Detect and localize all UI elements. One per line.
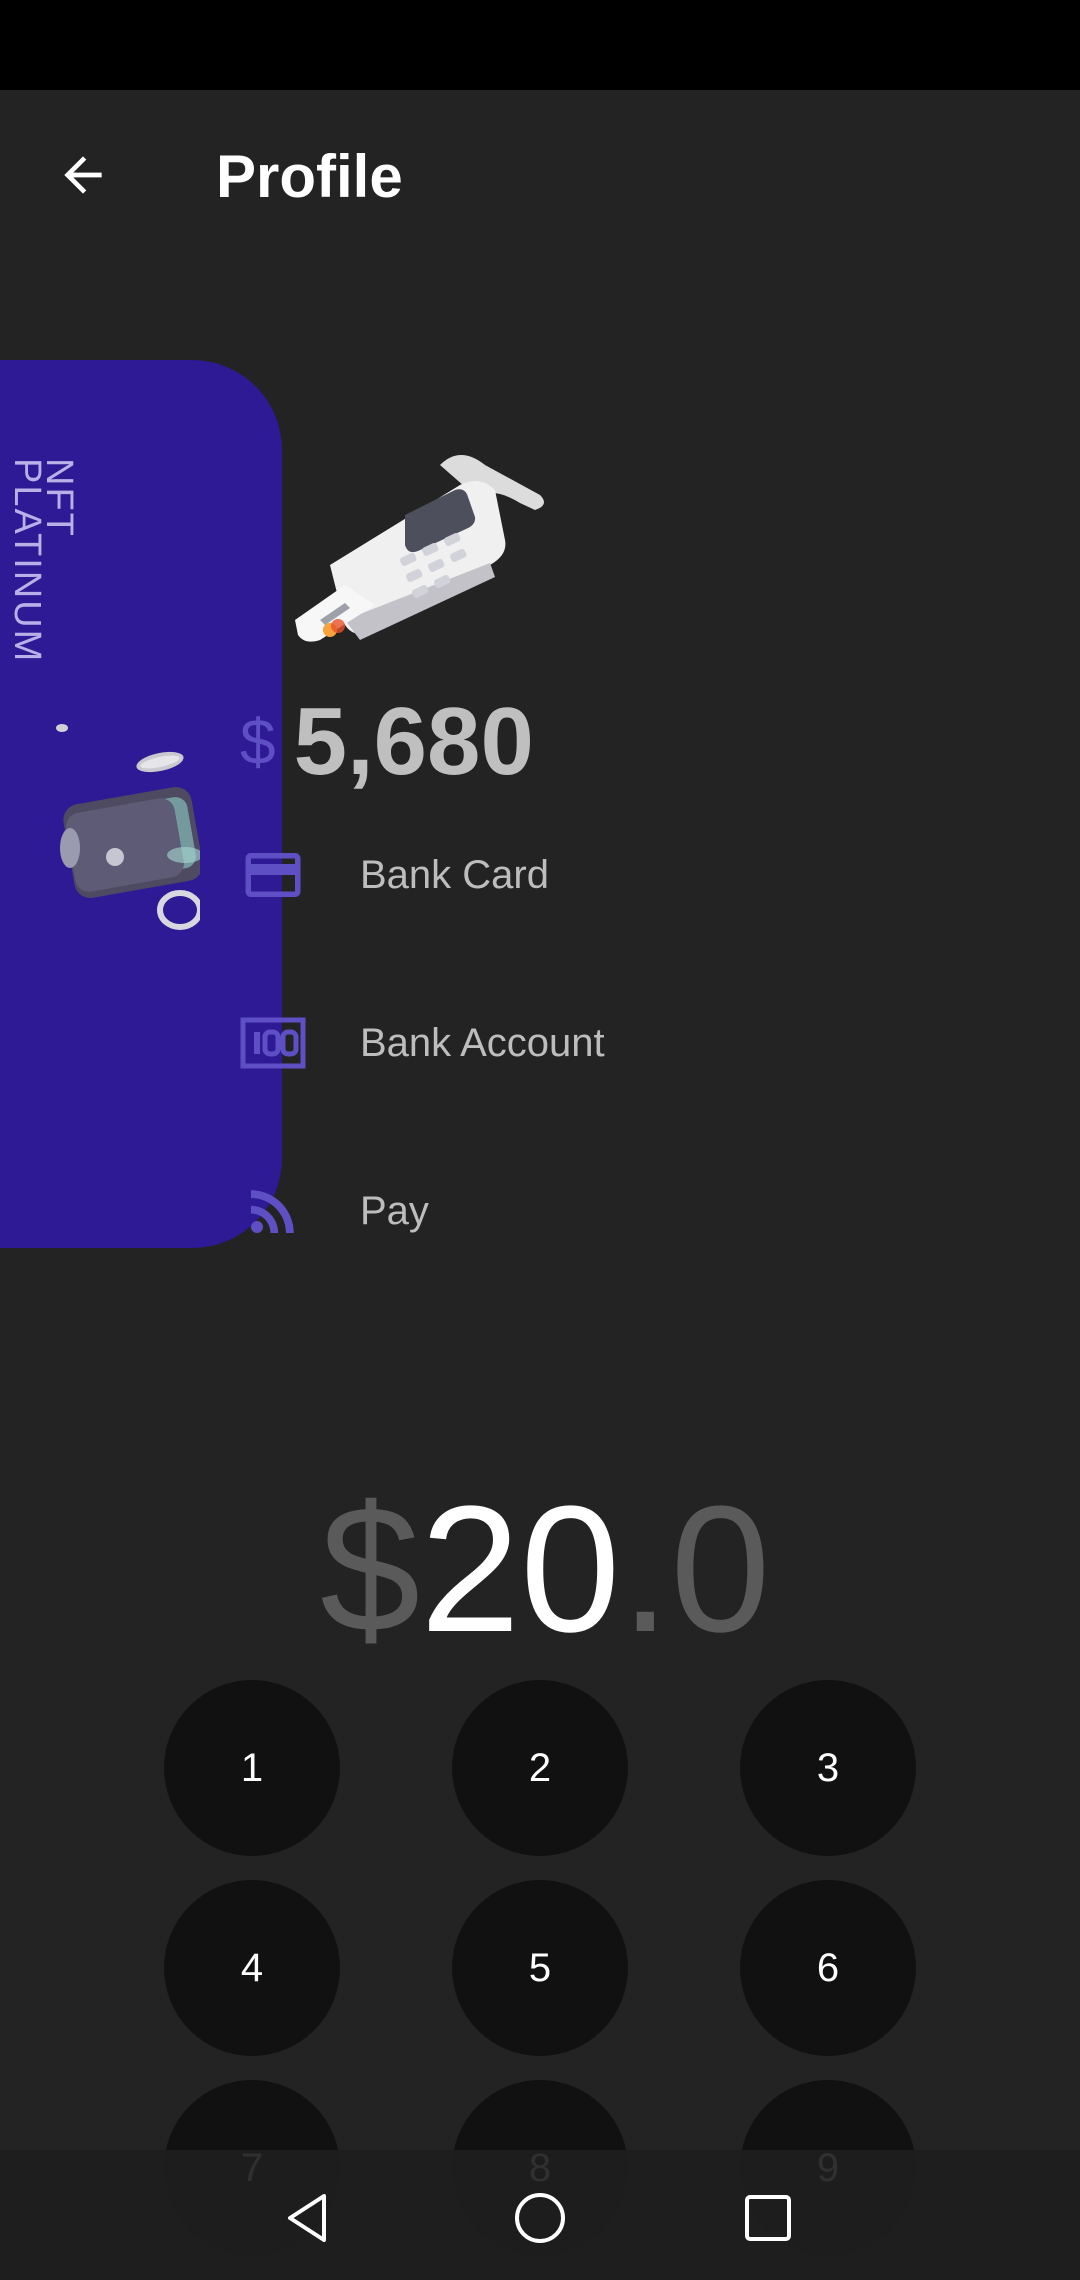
key-6[interactable]: 6 [740, 1880, 916, 2056]
wallet-coins-illustration [56, 724, 200, 930]
nav-back-button[interactable] [268, 2178, 348, 2258]
amount-fraction: 0 [670, 1469, 771, 1670]
arrow-back-icon [64, 156, 102, 194]
menu-item-pay[interactable]: Pay [240, 1156, 840, 1266]
screen: Profile NFT PLATINUM $ 5,680 Bank Card B… [0, 0, 1080, 2280]
menu-item-bank-account[interactable]: Bank Account [240, 988, 840, 1098]
menu-label-bank-account: Bank Account [360, 1020, 605, 1065]
balance-currency: $ [240, 706, 276, 778]
key-4[interactable]: 4 [164, 1880, 340, 2056]
circle-home-icon [515, 2193, 565, 2243]
nft-card[interactable]: NFT PLATINUM [0, 360, 282, 1248]
card-terminal-illustration [295, 455, 544, 642]
balance: $ 5,680 [240, 680, 534, 790]
system-nav-bar [0, 2150, 1080, 2280]
key-5[interactable]: 5 [452, 1880, 628, 2056]
menu-item-bank-card[interactable]: Bank Card [240, 820, 840, 930]
amount-separator: . [620, 1469, 671, 1670]
contactless-pay-icon [240, 1178, 306, 1244]
key-1[interactable]: 1 [164, 1680, 340, 1856]
nav-recents-button[interactable] [728, 2178, 808, 2258]
triangle-back-icon [288, 2194, 326, 2242]
key-2[interactable]: 2 [452, 1680, 628, 1856]
key-3[interactable]: 3 [740, 1680, 916, 1856]
amount-currency: $ [320, 1469, 421, 1670]
bank-account-icon [240, 1010, 306, 1076]
back-button[interactable] [48, 140, 118, 210]
menu-label-pay: Pay [360, 1188, 429, 1233]
balance-value: 5,680 [293, 688, 534, 795]
app-bar: Profile [0, 90, 1080, 260]
page-title: Profile [216, 143, 403, 210]
nav-home-button[interactable] [500, 2178, 580, 2258]
menu-label-bank-card: Bank Card [360, 852, 549, 897]
status-bar [0, 0, 1080, 90]
square-recents-icon [745, 2195, 791, 2241]
amount-whole: 20 [420, 1469, 621, 1670]
card-name-line2: PLATINUM [6, 458, 48, 664]
credit-card-icon [240, 842, 306, 908]
amount-display: $ 20 . 0 [320, 1470, 770, 1660]
